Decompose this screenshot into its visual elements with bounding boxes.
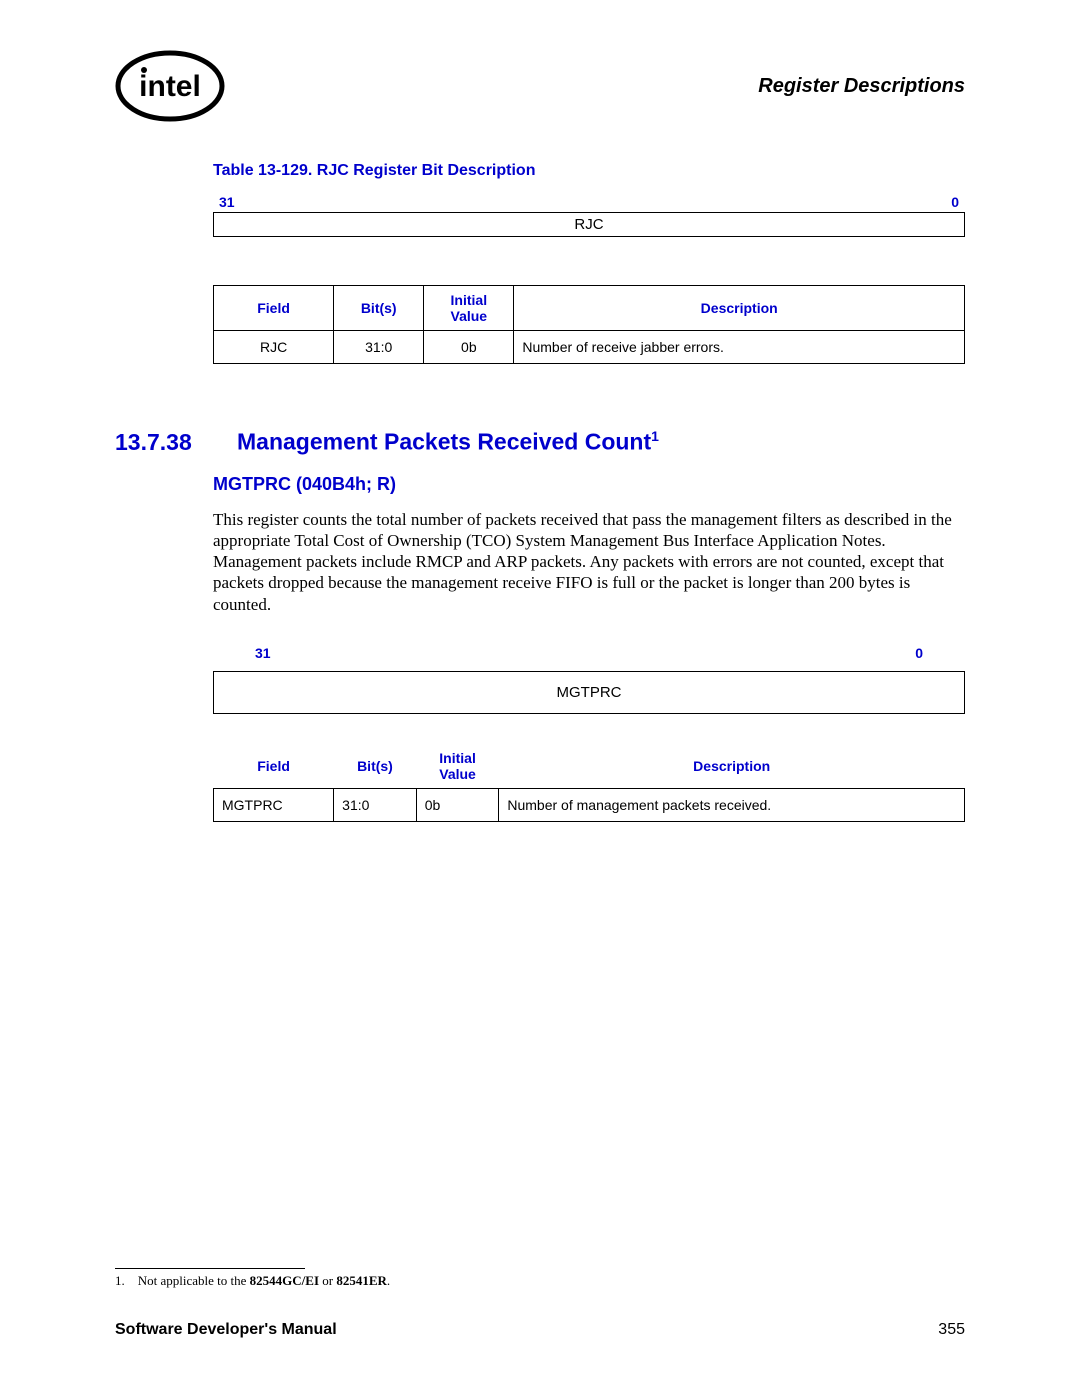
th-init: Initial Value (416, 744, 499, 789)
table1-caption: Table 13-129. RJC Register Bit Descripti… (213, 162, 965, 180)
bit-lo: 0 (915, 645, 923, 661)
th-init: Initial Value (424, 286, 514, 331)
section-title: Management Packets Received Count1 (237, 428, 659, 456)
cell-init: 0b (424, 331, 514, 364)
th-bits: Bit(s) (334, 744, 417, 789)
th-bits: Bit(s) (334, 286, 424, 331)
cell-desc: Number of receive jabber errors. (514, 331, 965, 364)
th-field: Field (214, 286, 334, 331)
cell-field: MGTPRC (214, 788, 334, 821)
header-title: Register Descriptions (758, 75, 965, 98)
page-footer: Software Developer's Manual 355 (115, 1321, 965, 1339)
section-subhead: MGTPRC (040B4h; R) (213, 474, 965, 495)
footnote-mid: or (319, 1273, 336, 1288)
cell-bits: 31:0 (334, 331, 424, 364)
footnote-prefix: Not applicable to the (138, 1273, 250, 1288)
cell-desc: Number of management packets received. (499, 788, 965, 821)
footnote-rule (115, 1268, 305, 1269)
table-row: RJC 31:0 0b Number of receive jabber err… (214, 331, 965, 364)
table2: Field Bit(s) Initial Value Description M… (213, 744, 965, 822)
bit-hi: 31 (219, 194, 235, 210)
svg-text:intel: intel (139, 70, 201, 103)
th-desc: Description (514, 286, 965, 331)
bit-lo: 0 (951, 194, 959, 210)
cell-field: RJC (214, 331, 334, 364)
bit-hi: 31 (255, 645, 271, 661)
section-footnote-ref: 1 (651, 428, 659, 444)
table1: Field Bit(s) Initial Value Description R… (213, 285, 965, 364)
table2-bitbox: MGTPRC (213, 671, 965, 714)
footnote-num: 1. (115, 1273, 125, 1288)
intel-logo: intel (115, 50, 225, 122)
cell-bits: 31:0 (334, 788, 417, 821)
section-heading: 13.7.38 Management Packets Received Coun… (115, 428, 965, 456)
footer-title: Software Developer's Manual (115, 1321, 337, 1339)
section-paragraph: This register counts the total number of… (213, 509, 965, 615)
section-number: 13.7.38 (115, 429, 213, 456)
page-number: 355 (938, 1321, 965, 1339)
footnote-area: 1. Not applicable to the 82544GC/EI or 8… (115, 1268, 390, 1289)
cell-init: 0b (416, 788, 499, 821)
th-field: Field (214, 744, 334, 789)
footnote-bold2: 82541ER (336, 1273, 387, 1288)
table1-bitrange: 31 0 (213, 194, 965, 212)
footnote: 1. Not applicable to the 82544GC/EI or 8… (115, 1273, 390, 1289)
page-header: intel Register Descriptions (115, 50, 965, 122)
table1-bitbox: RJC (213, 212, 965, 237)
table2-bitrange: 31 0 (213, 645, 965, 671)
th-desc: Description (499, 744, 965, 789)
section-title-text: Management Packets Received Count (237, 429, 651, 455)
footnote-bold1: 82544GC/EI (250, 1273, 319, 1288)
table-row: MGTPRC 31:0 0b Number of management pack… (214, 788, 965, 821)
footnote-suffix: . (387, 1273, 390, 1288)
